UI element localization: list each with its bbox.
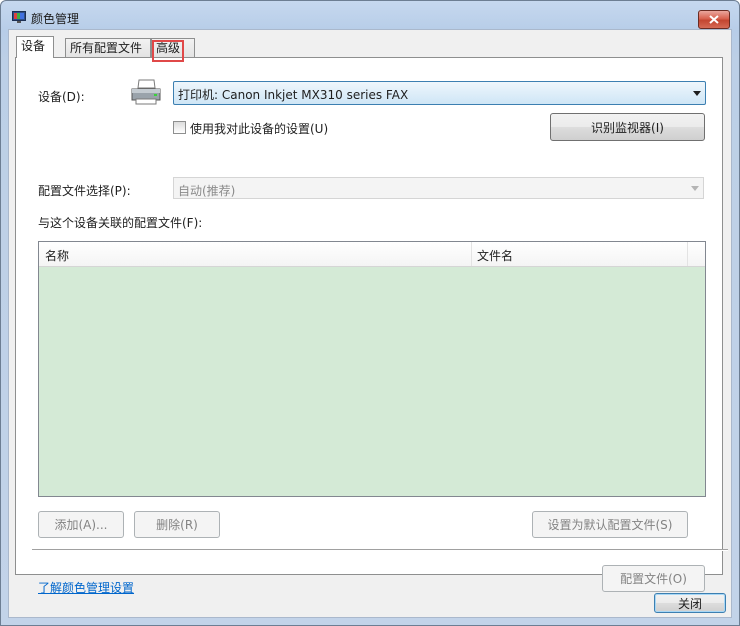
device-dropdown[interactable]: 打印机: Canon Inkjet MX310 series FAX [173, 81, 706, 105]
use-my-settings-label[interactable]: 使用我对此设备的设置(U) [190, 120, 328, 137]
column-separator[interactable] [687, 242, 688, 266]
identify-monitors-button-label: 识别监视器(I) [591, 120, 664, 135]
close-button[interactable]: 关闭 [654, 593, 726, 613]
printer-icon [131, 79, 161, 105]
chevron-down-icon [693, 91, 701, 96]
column-header-filename[interactable]: 文件名 [477, 247, 513, 264]
close-icon [709, 15, 719, 24]
profiles-button[interactable]: 配置文件(O) [602, 565, 705, 592]
devices-tab-page: 设备(D): 打印机: Canon Inkjet MX310 series FA… [15, 57, 728, 595]
color-management-window: 颜色管理 设备 所有配置文件 高级 设备(D): 打印机: Canon Inkj… [0, 0, 740, 626]
add-button-label: 添加(A)... [54, 518, 108, 532]
add-button[interactable]: 添加(A)... [38, 511, 124, 538]
associated-profiles-list[interactable]: 名称 文件名 [38, 241, 706, 497]
profile-selection-value: 自动(推荐) [178, 184, 236, 198]
tab-all-profiles-label: 所有配置文件 [70, 41, 143, 55]
close-button-label: 关闭 [677, 596, 702, 611]
profile-selection-dropdown: 自动(推荐) [173, 177, 704, 199]
divider [32, 549, 728, 551]
device-label: 设备(D): [38, 90, 85, 104]
title-bar[interactable]: 颜色管理 [1, 1, 739, 31]
column-header-name[interactable]: 名称 [45, 247, 69, 264]
dialog-client-area: 设备 所有配置文件 高级 设备(D): 打印机: Canon Inkjet MX… [8, 29, 732, 618]
tab-devices[interactable]: 设备 [16, 36, 54, 58]
chevron-down-icon [691, 186, 699, 191]
list-header: 名称 文件名 [39, 242, 705, 267]
tab-devices-label: 设备 [21, 39, 46, 53]
associated-profiles-label: 与这个设备关联的配置文件(F): [38, 216, 203, 230]
learn-color-settings-link[interactable]: 了解颜色管理设置 [38, 579, 134, 596]
profiles-button-label: 配置文件(O) [620, 572, 687, 586]
use-my-settings-checkbox[interactable] [173, 121, 186, 134]
window-title: 颜色管理 [31, 12, 80, 26]
device-dropdown-value: 打印机: Canon Inkjet MX310 series FAX [178, 88, 409, 102]
profile-selection-label: 配置文件选择(P): [38, 184, 131, 198]
window-close-button[interactable] [698, 10, 730, 29]
remove-button[interactable]: 删除(R) [134, 511, 220, 538]
tab-advanced-highlight [152, 40, 184, 62]
color-management-app-icon [12, 11, 26, 23]
set-default-button[interactable]: 设置为默认配置文件(S) [532, 511, 688, 538]
tab-all-profiles[interactable]: 所有配置文件 [65, 38, 151, 57]
column-separator[interactable] [471, 242, 472, 266]
set-default-button-label: 设置为默认配置文件(S) [547, 518, 673, 532]
remove-button-label: 删除(R) [156, 518, 198, 532]
identify-monitors-button[interactable]: 识别监视器(I) [550, 113, 705, 141]
